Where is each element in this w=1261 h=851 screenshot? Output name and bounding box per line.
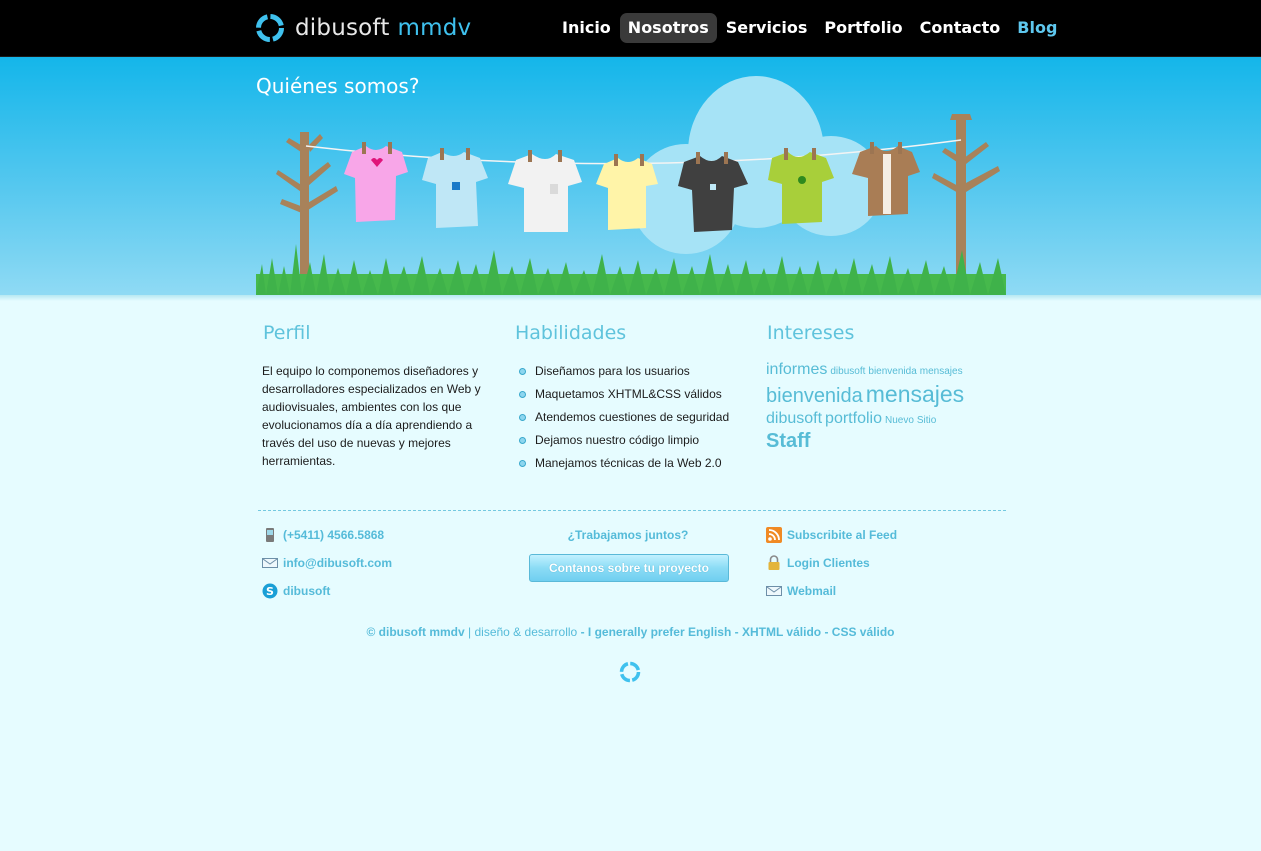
skill-label: Maquetamos XHTML&CSS válidos — [535, 387, 722, 401]
top-bar: dibusoft mmdv Inicio Nosotros Servicios P… — [0, 0, 1261, 57]
skype-row[interactable]: S dibusoft — [262, 583, 330, 599]
tag-nuevo[interactable]: Nuevo — [885, 415, 914, 426]
webmail-row[interactable]: Webmail — [766, 583, 836, 599]
nav-inicio[interactable]: Inicio — [554, 13, 619, 43]
feed-link[interactable]: Subscribite al Feed — [787, 528, 897, 542]
perfil-title: Perfil — [263, 322, 311, 344]
tag-bienvenida-large[interactable]: bienvenida — [766, 385, 863, 407]
skill-label: Manejamos técnicas de la Web 2.0 — [535, 456, 722, 470]
shirt-lightblue-icon — [422, 148, 488, 228]
skill-label: Diseñamos para los usuarios — [535, 364, 690, 378]
bullet-icon — [519, 391, 526, 398]
nav-portfolio[interactable]: Portfolio — [816, 13, 910, 43]
footer-css-link[interactable]: CSS válido — [832, 625, 895, 639]
perfil-text: El equipo lo componemos diseñadores y de… — [262, 364, 481, 468]
shirt-pink-icon — [344, 142, 408, 222]
footer-copyright[interactable]: © dibusoft mmdv — [367, 625, 465, 639]
mail-icon — [262, 555, 278, 571]
list-item: Maquetamos XHTML&CSS válidos — [518, 385, 729, 408]
phone-row: (+5411) 4566.5868 — [262, 527, 384, 543]
hero-title: Quiénes somos? — [256, 74, 420, 98]
feed-row[interactable]: Subscribite al Feed — [766, 527, 897, 543]
tag-dibusoft[interactable]: dibusoft — [830, 366, 865, 377]
list-item: Atendemos cuestiones de seguridad — [518, 408, 729, 431]
nav-contacto[interactable]: Contacto — [912, 13, 1009, 43]
tag-mensajes[interactable]: mensajes — [920, 366, 963, 377]
main-nav: Inicio Nosotros Servicios Portfolio Cont… — [554, 13, 1066, 43]
clothesline-illustration — [256, 76, 1006, 295]
tag-portfolio[interactable]: portfolio — [825, 410, 882, 427]
cloud-icon — [631, 76, 883, 254]
footer-xhtml-link[interactable]: XHTML válido — [742, 625, 821, 639]
skill-label: Dejamos nuestro código limpio — [535, 433, 700, 447]
tag-bienvenida[interactable]: bienvenida — [868, 366, 916, 377]
svg-text:S: S — [266, 585, 274, 598]
tag-sitio[interactable]: Sitio — [917, 415, 936, 426]
mail-icon — [766, 583, 782, 599]
login-row[interactable]: Login Clientes — [766, 555, 870, 571]
habilidades-title: Habilidades — [515, 322, 627, 344]
left-tree-icon — [276, 132, 338, 292]
hero-shadow — [0, 295, 1261, 301]
nav-servicios[interactable]: Servicios — [718, 13, 816, 43]
footer-english-link[interactable]: I generally prefer English — [588, 625, 731, 639]
footer-separator: - — [734, 625, 739, 639]
tag-cloud: informes dibusoft bienvenida mensajes bienv… — [766, 360, 1006, 454]
bullet-icon — [519, 414, 526, 421]
skill-label: Atendemos cuestiones de seguridad — [535, 410, 730, 424]
lock-icon — [766, 555, 782, 571]
tag-informes[interactable]: informes — [766, 361, 827, 378]
email-link[interactable]: info@dibusoft.com — [283, 556, 392, 570]
phone-icon — [262, 527, 278, 543]
logo-text: dibusoft mmdv — [295, 15, 471, 41]
bullet-icon — [519, 460, 526, 467]
footer-logo-icon — [619, 661, 641, 687]
shirt-white-icon — [508, 150, 582, 232]
email-row[interactable]: info@dibusoft.com — [262, 555, 392, 571]
bullet-icon — [519, 437, 526, 444]
nav-nosotros[interactable]: Nosotros — [619, 13, 717, 43]
tag-mensajes-large[interactable]: mensajes — [866, 381, 964, 407]
skills-list: Diseñamos para los usuarios Maquetamos X… — [518, 362, 729, 477]
list-item: Dejamos nuestro código limpio — [518, 431, 729, 454]
section-divider — [258, 510, 1006, 511]
footer-separator: - — [824, 625, 829, 639]
list-item: Manejamos técnicas de la Web 2.0 — [518, 454, 729, 477]
skype-icon: S — [262, 583, 278, 599]
phone-number: (+5411) 4566.5868 — [283, 528, 385, 542]
footer-separator: - — [580, 625, 585, 639]
login-link[interactable]: Login Clientes — [787, 556, 870, 570]
right-tree-icon — [932, 114, 1000, 292]
bullet-icon — [519, 368, 526, 375]
hero-banner: Quiénes somos? — [0, 57, 1261, 295]
grass-icon — [256, 244, 1006, 295]
brand-suffix: mmdv — [397, 15, 472, 41]
tag-dibusoft-medium[interactable]: dibusoft — [766, 410, 822, 427]
tag-staff[interactable]: Staff — [766, 430, 810, 452]
footer: © dibusoft mmdv | diseño & desarrollo - … — [0, 625, 1261, 639]
brand-name: dibusoft — [295, 15, 390, 41]
cta-question: ¿Trabajamos juntos? — [567, 528, 689, 542]
footer-tagline: | diseño & desarrollo — [468, 625, 578, 639]
skype-link[interactable]: dibusoft — [283, 584, 330, 598]
intereses-title: Intereses — [767, 322, 855, 344]
webmail-link[interactable]: Webmail — [787, 584, 836, 598]
rss-icon — [766, 527, 782, 543]
logo[interactable]: dibusoft mmdv — [255, 12, 471, 44]
list-item: Diseñamos para los usuarios — [518, 362, 729, 385]
logo-ring-icon — [256, 14, 284, 42]
contact-project-button[interactable]: Contanos sobre tu proyecto — [529, 554, 729, 582]
nav-blog[interactable]: Blog — [1009, 13, 1065, 43]
